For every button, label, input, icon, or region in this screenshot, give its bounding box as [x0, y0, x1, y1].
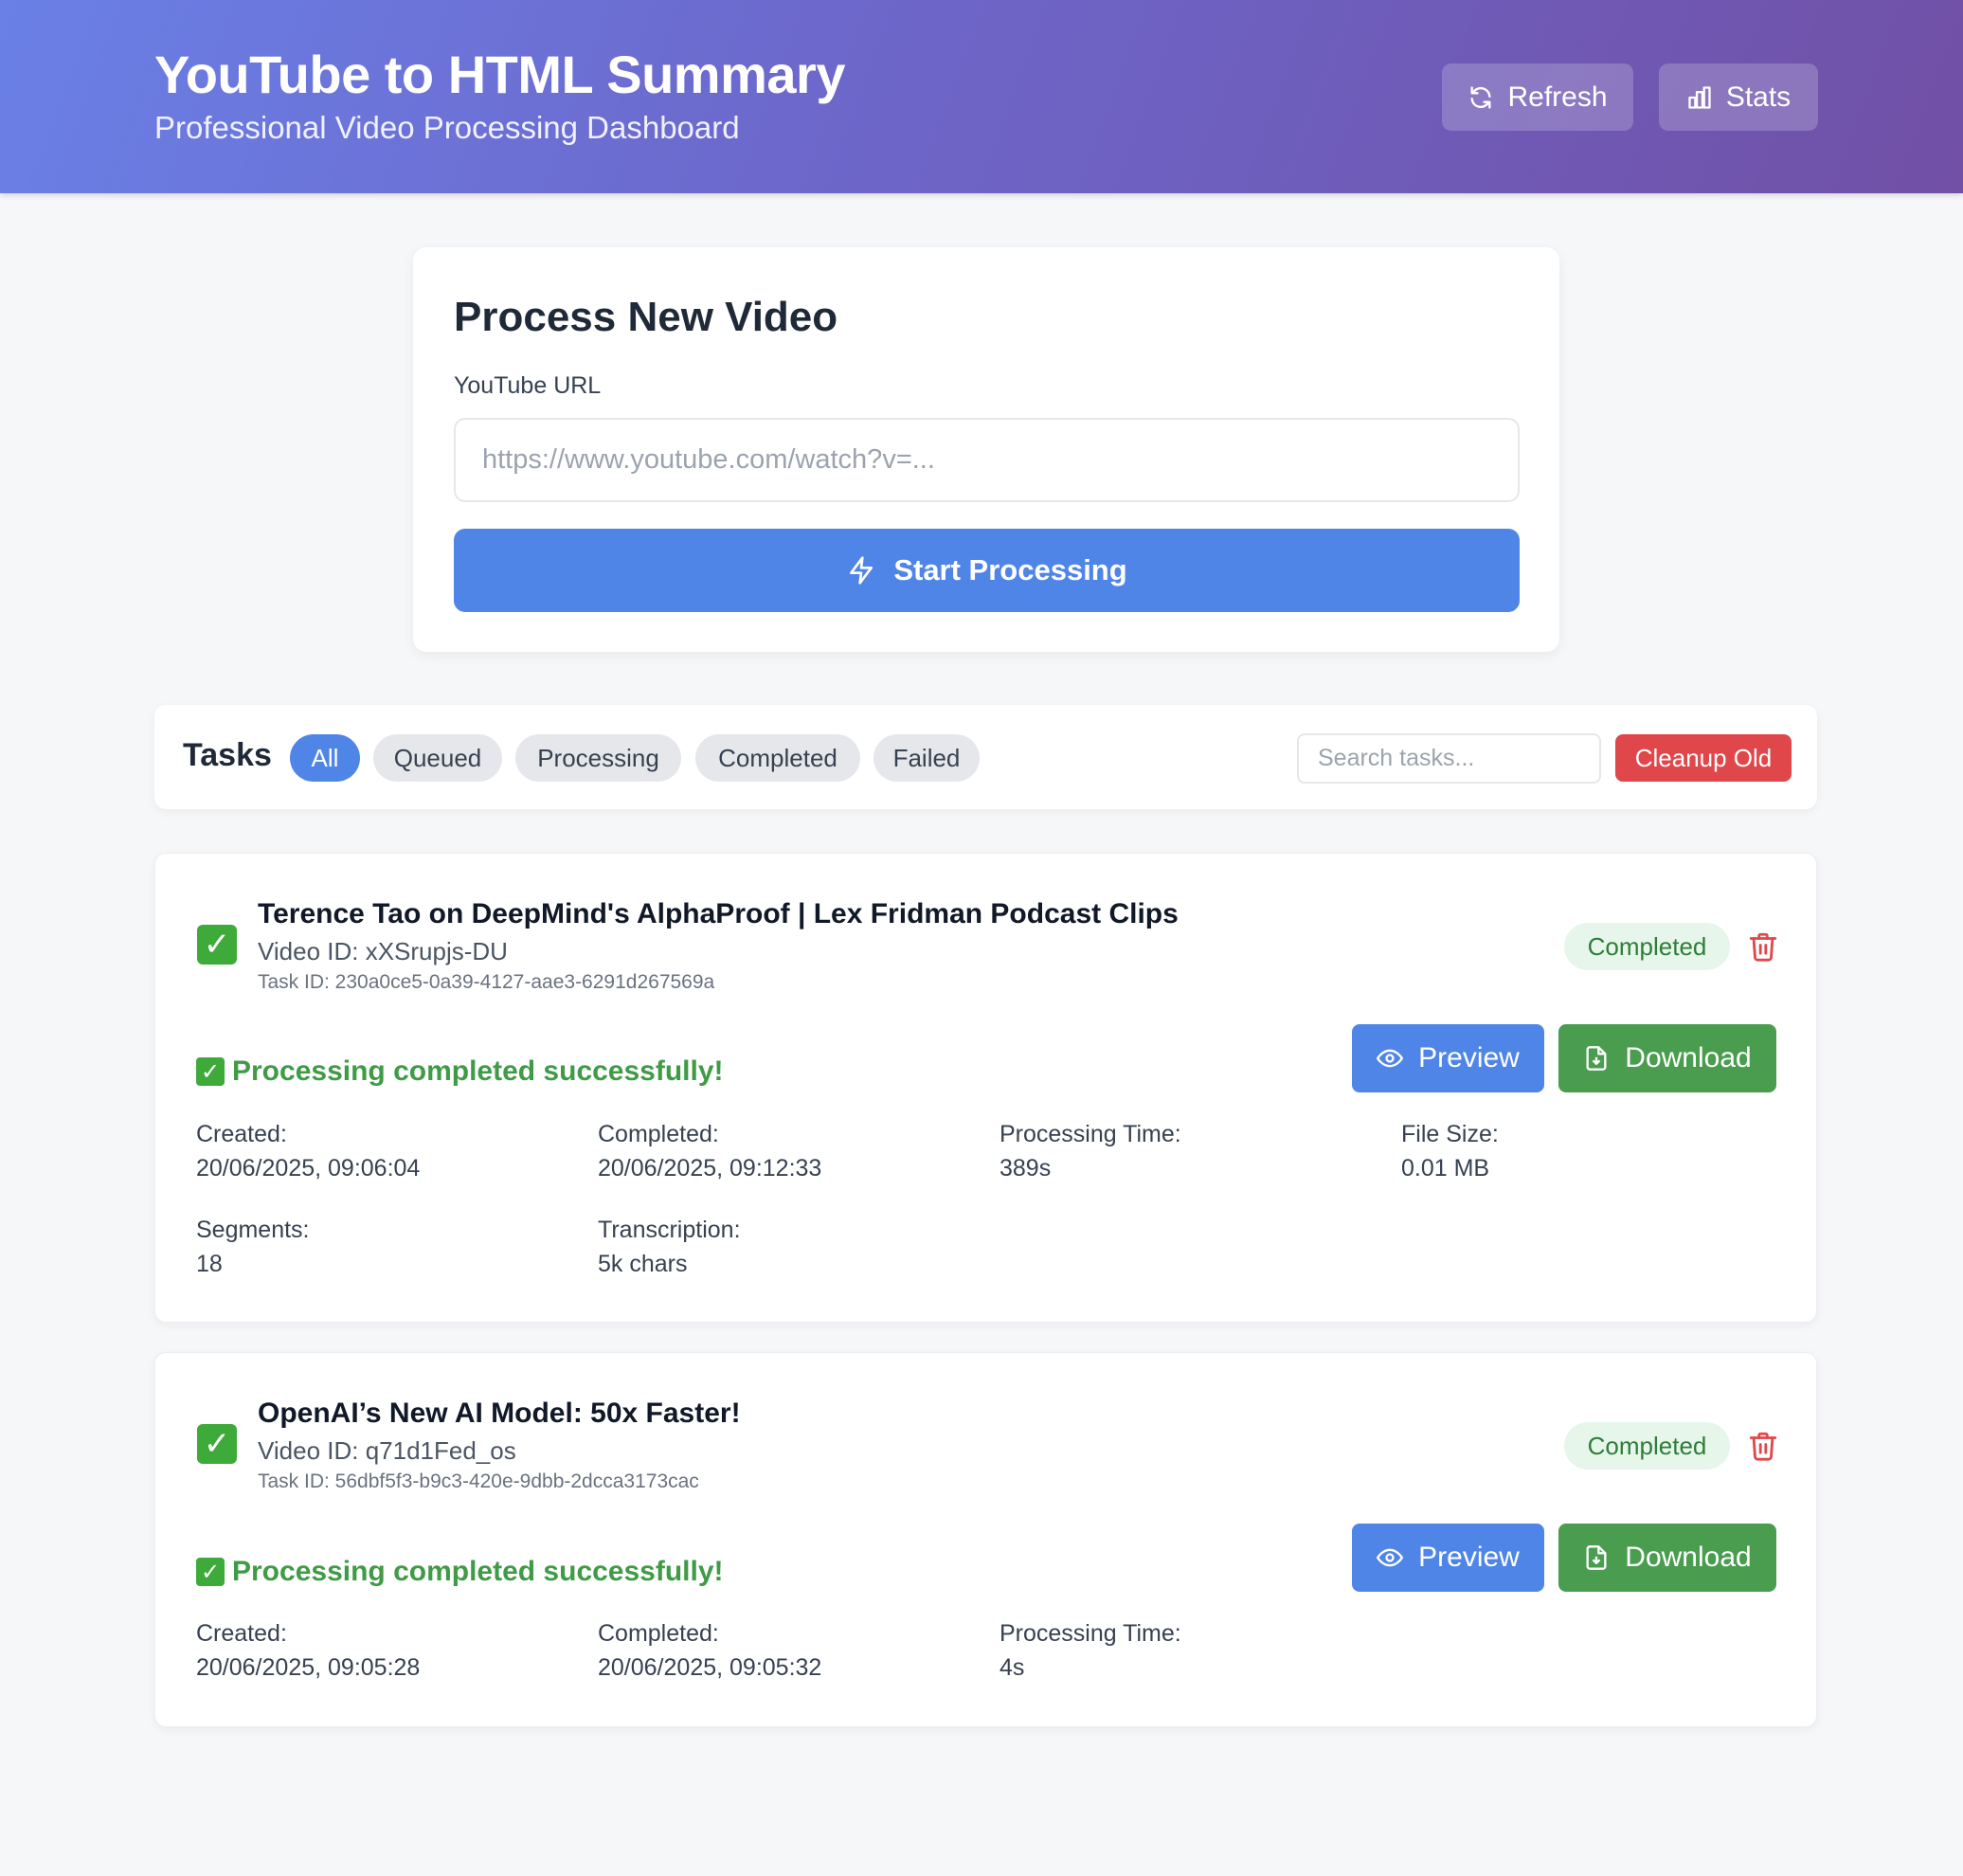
file-download-icon — [1586, 1545, 1607, 1570]
success-message: ✓ Processing completed successfully! — [196, 1055, 724, 1088]
refresh-icon — [1470, 85, 1491, 109]
filter-processing[interactable]: Processing — [515, 734, 681, 782]
status-badge: Completed — [1564, 923, 1730, 970]
task-title: Terence Tao on DeepMind's AlphaProof | L… — [258, 898, 1179, 929]
search-tasks-input[interactable] — [1297, 733, 1601, 784]
tasks-heading: Tasks — [183, 737, 272, 773]
download-button[interactable]: Download — [1558, 1024, 1776, 1092]
task-title: OpenAI’s New AI Model: 50x Faster! — [258, 1398, 741, 1429]
app-title: YouTube to HTML Summary — [154, 45, 845, 104]
tasks-toolbar: Tasks All Queued Processing Completed Fa… — [154, 705, 1817, 809]
video-id: Video ID: xXSrupjs-DU — [258, 937, 508, 965]
app-subtitle: Professional Video Processing Dashboard — [154, 110, 740, 145]
processing-time-label: Processing Time: — [1000, 1620, 1181, 1647]
youtube-url-input[interactable] — [454, 418, 1520, 502]
segments-label: Segments: — [196, 1217, 310, 1243]
task-card: ✓ OpenAI’s New AI Model: 50x Faster! Vid… — [154, 1352, 1817, 1727]
preview-label: Preview — [1418, 1042, 1520, 1073]
completed-value: 20/06/2025, 09:05:32 — [598, 1654, 822, 1681]
completed-label: Completed: — [598, 1620, 719, 1647]
success-text: Processing completed successfully! — [232, 1556, 724, 1587]
filter-failed[interactable]: Failed — [873, 734, 980, 782]
bar-chart-icon — [1688, 85, 1711, 109]
check-box-icon: ✓ — [197, 1424, 237, 1464]
created-label: Created: — [196, 1620, 287, 1647]
app-header: YouTube to HTML Summary Professional Vid… — [0, 0, 1963, 193]
check-box-icon: ✓ — [197, 925, 237, 965]
created-label: Created: — [196, 1121, 287, 1147]
start-processing-label: Start Processing — [893, 553, 1127, 586]
download-button[interactable]: Download — [1558, 1524, 1776, 1592]
check-box-icon: ✓ — [196, 1558, 225, 1586]
filter-queued[interactable]: Queued — [373, 734, 502, 782]
success-message: ✓ Processing completed successfully! — [196, 1556, 724, 1588]
segments-value: 18 — [196, 1251, 223, 1277]
processing-time-label: Processing Time: — [1000, 1121, 1181, 1147]
transcription-value: 5k chars — [598, 1251, 688, 1277]
stats-button[interactable]: Stats — [1659, 63, 1818, 131]
start-processing-button[interactable]: Start Processing — [454, 529, 1520, 612]
preview-button[interactable]: Preview — [1352, 1024, 1544, 1092]
stats-label: Stats — [1725, 81, 1792, 113]
file-download-icon — [1586, 1046, 1607, 1071]
video-id: Video ID: q71d1Fed_os — [258, 1436, 516, 1465]
completed-label: Completed: — [598, 1121, 719, 1147]
filter-completed[interactable]: Completed — [695, 734, 860, 782]
youtube-url-label: YouTube URL — [454, 372, 602, 399]
file-size-value: 0.01 MB — [1401, 1155, 1490, 1182]
trash-icon[interactable] — [1747, 929, 1779, 964]
file-size-label: File Size: — [1401, 1121, 1499, 1147]
created-value: 20/06/2025, 09:05:28 — [196, 1654, 421, 1681]
filter-all[interactable]: All — [290, 734, 360, 782]
download-label: Download — [1625, 1042, 1752, 1073]
preview-button[interactable]: Preview — [1352, 1524, 1544, 1592]
refresh-label: Refresh — [1507, 81, 1608, 113]
completed-value: 20/06/2025, 09:12:33 — [598, 1155, 822, 1182]
check-box-icon: ✓ — [196, 1057, 225, 1086]
download-label: Download — [1625, 1542, 1752, 1573]
eye-icon — [1377, 1548, 1404, 1567]
lightning-icon — [850, 556, 873, 585]
task-id: Task ID: 56dbf5f3-b9c3-420e-9dbb-2dcca31… — [258, 1470, 699, 1492]
cleanup-old-button[interactable]: Cleanup Old — [1615, 734, 1792, 782]
processing-time-value: 4s — [1000, 1654, 1025, 1681]
trash-icon[interactable] — [1747, 1429, 1779, 1463]
process-video-card: Process New Video YouTube URL Start Proc… — [413, 247, 1559, 652]
success-text: Processing completed successfully! — [232, 1055, 724, 1087]
process-card-title: Process New Video — [454, 294, 838, 340]
task-id: Task ID: 230a0ce5-0a39-4127-aae3-6291d26… — [258, 971, 715, 993]
eye-icon — [1377, 1049, 1404, 1068]
created-value: 20/06/2025, 09:06:04 — [196, 1155, 421, 1182]
task-card: ✓ Terence Tao on DeepMind's AlphaProof |… — [154, 853, 1817, 1323]
status-badge: Completed — [1564, 1422, 1730, 1470]
transcription-label: Transcription: — [598, 1217, 741, 1243]
preview-label: Preview — [1418, 1542, 1520, 1573]
processing-time-value: 389s — [1000, 1155, 1052, 1182]
refresh-button[interactable]: Refresh — [1442, 63, 1633, 131]
